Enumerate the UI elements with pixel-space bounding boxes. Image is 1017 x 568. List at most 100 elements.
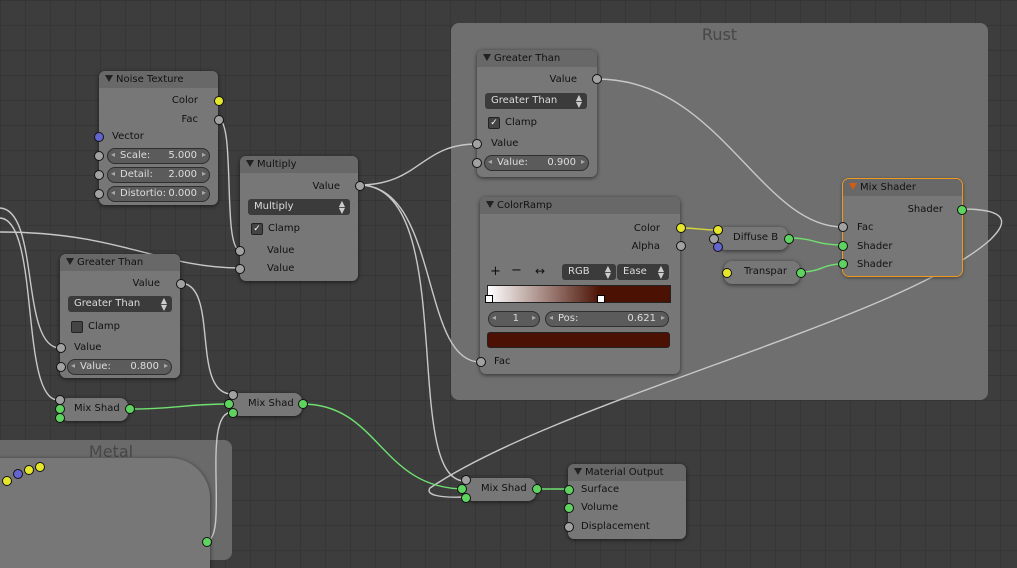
node-mix-shader[interactable]: Mix Shader Shader Fac Shader Shader bbox=[842, 178, 963, 277]
node-header[interactable]: Greater Than bbox=[477, 50, 597, 67]
socket-diffuse-normal[interactable] bbox=[713, 242, 723, 252]
socket-mix-left-shader2[interactable] bbox=[55, 413, 65, 423]
node-mix-shader-left-collapsed[interactable]: Mix Shad bbox=[60, 398, 128, 421]
node-greater-than-rust[interactable]: Greater Than Value Greater Than ▲ ▼ ✓ Clam… bbox=[477, 50, 597, 177]
socket-ramp-fac[interactable] bbox=[476, 357, 486, 367]
collapse-triangle-icon[interactable] bbox=[849, 183, 857, 190]
decrement-arrow-icon[interactable]: ◂ bbox=[492, 313, 496, 322]
node-noise-texture[interactable]: Noise Texture Color Fac Vector ◂ Scale: 5.… bbox=[99, 71, 218, 205]
socket-transparent-color[interactable] bbox=[722, 268, 732, 278]
node-header[interactable]: ColorRamp bbox=[480, 197, 680, 214]
socket-output-volume[interactable] bbox=[564, 503, 574, 513]
node-header[interactable]: Mix Shader bbox=[843, 179, 962, 196]
socket-gt-rust-in2[interactable] bbox=[472, 158, 482, 168]
socket-multiply-in2[interactable] bbox=[235, 264, 245, 274]
node-colorramp[interactable]: ColorRamp Color Alpha + − ↔ RGB ▲ ▼ Ease ▲ ▼… bbox=[480, 197, 680, 374]
stop-color-swatch[interactable] bbox=[487, 332, 670, 348]
decrement-arrow-icon[interactable]: ◂ bbox=[111, 169, 115, 178]
ramp-stop-1-marker[interactable] bbox=[597, 295, 605, 303]
socket-multiply-out[interactable] bbox=[355, 181, 365, 191]
increment-arrow-icon[interactable]: ▸ bbox=[661, 313, 665, 322]
socket-multiply-in1[interactable] bbox=[235, 246, 245, 256]
node-header[interactable]: Material Output bbox=[568, 464, 686, 481]
socket-mixshader-shader2[interactable] bbox=[838, 259, 848, 269]
socket-mixshader-out[interactable] bbox=[957, 205, 967, 215]
collapse-triangle-icon[interactable] bbox=[574, 468, 582, 475]
socket-output-surface[interactable] bbox=[564, 485, 574, 495]
node-multiply[interactable]: Multiply Value Multiply ▲ ▼ ✓ Clamp Value … bbox=[240, 156, 358, 281]
collapse-triangle-icon[interactable] bbox=[486, 201, 494, 208]
remove-stop-button[interactable]: − bbox=[511, 263, 522, 278]
socket-noise-fac[interactable] bbox=[214, 115, 224, 125]
socket-transparent-out[interactable] bbox=[796, 268, 806, 278]
socket-output-displacement[interactable] bbox=[564, 522, 574, 532]
decrement-arrow-icon[interactable]: ◂ bbox=[111, 150, 115, 159]
scale-field[interactable]: ◂ Scale: 5.000 ▸ bbox=[107, 148, 210, 164]
socket-gt-rust-out[interactable] bbox=[592, 74, 602, 84]
socket-mix-mid-shader2[interactable] bbox=[228, 408, 238, 418]
socket-noise-distortion[interactable] bbox=[94, 189, 104, 199]
operation-dropdown[interactable]: Greater Than ▲ ▼ bbox=[485, 93, 587, 109]
socket-gt-left-in2[interactable] bbox=[56, 362, 66, 372]
clamp-checkbox[interactable]: ✓ bbox=[251, 223, 263, 235]
operation-dropdown[interactable]: Multiply ▲ ▼ bbox=[248, 199, 350, 215]
node-mix-shader-mid-collapsed[interactable]: Mix Shad bbox=[232, 393, 302, 416]
value-field[interactable]: ◂ Value: 0.800 ▸ bbox=[67, 359, 172, 375]
operation-dropdown[interactable]: Greater Than ▲ ▼ bbox=[68, 296, 172, 312]
increment-arrow-icon[interactable]: ▸ bbox=[581, 157, 585, 166]
increment-arrow-icon[interactable]: ▸ bbox=[202, 150, 206, 159]
socket-gt-left-in1[interactable] bbox=[56, 343, 66, 353]
decrement-arrow-icon[interactable]: ◂ bbox=[111, 188, 115, 197]
interpolation-dropdown[interactable]: Ease ▲ ▼ bbox=[617, 264, 669, 280]
value-field[interactable]: ◂ Value: 0.900 ▸ bbox=[484, 155, 589, 171]
collapse-triangle-icon[interactable] bbox=[246, 160, 254, 167]
color-ramp-gradient[interactable] bbox=[487, 285, 671, 303]
node-mix-shader-bottom-collapsed[interactable]: Mix Shad bbox=[465, 478, 536, 501]
socket-mixshader-fac[interactable] bbox=[838, 222, 848, 232]
increment-arrow-icon[interactable]: ▸ bbox=[532, 313, 536, 322]
socket-noise-color[interactable] bbox=[214, 96, 224, 106]
node-material-output[interactable]: Material Output Surface Volume Displacem… bbox=[568, 464, 686, 539]
ramp-stop-0-marker[interactable] bbox=[485, 295, 493, 303]
increment-arrow-icon[interactable]: ▸ bbox=[164, 361, 168, 370]
collapse-triangle-icon[interactable] bbox=[66, 258, 74, 265]
node-greater-than-left[interactable]: Greater Than Value Greater Than ▲ ▼ Clamp … bbox=[60, 254, 180, 378]
socket-noise-vector[interactable] bbox=[94, 132, 104, 142]
socket-mixshader-shader1[interactable] bbox=[838, 241, 848, 251]
decrement-arrow-icon[interactable]: ◂ bbox=[71, 361, 75, 370]
stop-position-field[interactable]: ◂ Pos: 0.621 ▸ bbox=[545, 311, 669, 327]
socket-gt-left-out[interactable] bbox=[176, 279, 186, 289]
socket-mix-mid-out[interactable] bbox=[298, 399, 308, 409]
socket-ramp-color[interactable] bbox=[676, 223, 686, 233]
socket-ramp-alpha[interactable] bbox=[676, 241, 686, 251]
socket-gt-rust-in1[interactable] bbox=[472, 139, 482, 149]
socket-noise-detail[interactable] bbox=[94, 170, 104, 180]
node-transparent-collapsed[interactable]: Transpar bbox=[724, 261, 800, 284]
collapse-triangle-icon[interactable] bbox=[483, 54, 491, 61]
node-metal-partial[interactable] bbox=[0, 458, 210, 568]
socket-metal-out[interactable] bbox=[202, 537, 212, 547]
decrement-arrow-icon[interactable]: ◂ bbox=[549, 313, 553, 322]
node-header[interactable]: Greater Than bbox=[60, 254, 180, 271]
socket-metal-3[interactable] bbox=[24, 465, 34, 475]
collapse-triangle-icon[interactable] bbox=[105, 75, 113, 82]
node-header[interactable]: Multiply bbox=[240, 156, 358, 173]
node-diffuse-bsdf-collapsed[interactable]: Diffuse B bbox=[718, 227, 788, 250]
distortion-field[interactable]: ◂ Distortio: 0.000 ▸ bbox=[107, 186, 210, 202]
socket-metal-4[interactable] bbox=[35, 462, 45, 472]
increment-arrow-icon[interactable]: ▸ bbox=[202, 188, 206, 197]
increment-arrow-icon[interactable]: ▸ bbox=[202, 169, 206, 178]
decrement-arrow-icon[interactable]: ◂ bbox=[488, 157, 492, 166]
detail-field[interactable]: ◂ Detail: 2.000 ▸ bbox=[107, 167, 210, 183]
clamp-checkbox[interactable] bbox=[71, 321, 83, 333]
socket-mix-left-out[interactable] bbox=[125, 404, 135, 414]
socket-mix-bottom-out[interactable] bbox=[532, 484, 542, 494]
clamp-checkbox[interactable]: ✓ bbox=[488, 117, 500, 129]
color-mode-dropdown[interactable]: RGB ▲ ▼ bbox=[562, 264, 616, 280]
add-stop-button[interactable]: + bbox=[490, 264, 501, 279]
stop-index-field[interactable]: ◂ 1 ▸ bbox=[488, 311, 540, 327]
node-header[interactable]: Noise Texture bbox=[99, 71, 218, 88]
socket-mix-bottom-shader2[interactable] bbox=[461, 493, 471, 503]
socket-noise-scale[interactable] bbox=[94, 151, 104, 161]
flip-ramp-button[interactable]: ↔ bbox=[535, 264, 545, 278]
